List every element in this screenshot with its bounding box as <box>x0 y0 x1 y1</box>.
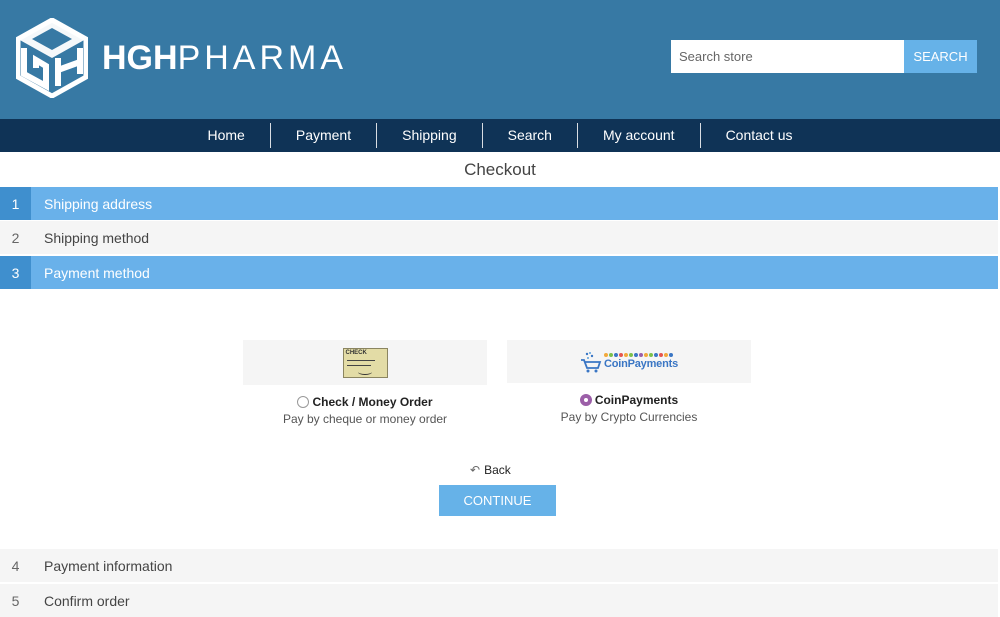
coinpayments-logo: CoinPayments <box>580 351 678 373</box>
step-number: 2 <box>11 229 20 246</box>
step-number: 3 <box>0 256 31 289</box>
site-header: HGHPHARMA SEARCH <box>0 0 1000 119</box>
nav-payment[interactable]: Payment <box>271 123 378 148</box>
step-title: Payment information <box>44 557 173 574</box>
payment-method-description: Pay by cheque or money order <box>282 412 448 426</box>
nav-my-account[interactable]: My account <box>578 123 701 148</box>
nav-search[interactable]: Search <box>483 123 578 148</box>
logo-text-bold: HGH <box>102 39 178 77</box>
step-title: Confirm order <box>44 592 130 609</box>
step-confirm-order[interactable]: 5 Confirm order <box>0 584 998 617</box>
cart-icon <box>580 351 602 372</box>
payment-method-check: Check / Money Order Pay by cheque or mon… <box>243 395 487 426</box>
logo-text-light: PHARMA <box>177 39 348 77</box>
coin-dots-icon <box>603 353 678 357</box>
page-title: Checkout <box>464 160 536 179</box>
main-nav: Home Payment Shipping Search My account … <box>0 119 1000 152</box>
payment-method-description: Pay by Crypto Currencies <box>560 410 698 424</box>
payment-method-coinpayments-image[interactable]: CoinPayments <box>507 340 751 383</box>
step-payment-method[interactable]: 3 Payment method <box>0 256 998 289</box>
payment-method-coinpayments-name[interactable]: CoinPayments <box>579 393 679 407</box>
search-button[interactable]: SEARCH <box>904 40 977 73</box>
logo-wordmark: HGHPHARMA <box>102 41 347 75</box>
coinpayments-radio[interactable] <box>579 394 592 406</box>
back-label: Back <box>484 463 511 477</box>
payment-method-check-name[interactable]: Check / Money Order <box>297 395 433 409</box>
coinpayments-wordmark: CoinPayments <box>603 358 678 370</box>
nav-shipping[interactable]: Shipping <box>377 123 483 148</box>
step-title: Payment method <box>44 264 150 281</box>
payment-method-name: Check / Money Order <box>312 395 433 409</box>
step-title: Shipping address <box>44 195 153 212</box>
nav-contact-us[interactable]: Contact us <box>701 123 818 148</box>
check-image-text: CHECK <box>345 349 367 356</box>
search-bar: SEARCH <box>671 40 977 73</box>
hexagon-logo-icon <box>16 18 88 98</box>
continue-button[interactable]: CONTINUE <box>439 485 556 516</box>
step-title: Shipping method <box>44 229 150 246</box>
site-logo[interactable]: HGHPHARMA <box>16 18 347 98</box>
nav-home[interactable]: Home <box>183 123 271 148</box>
back-arrow-icon: ↶ <box>470 463 481 477</box>
check-money-order-radio[interactable] <box>297 396 310 408</box>
step-shipping-method[interactable]: 2 Shipping method <box>0 221 998 254</box>
step-payment-information[interactable]: 4 Payment information <box>0 549 998 582</box>
step-number: 1 <box>0 187 31 220</box>
step-number: 5 <box>11 592 20 609</box>
step-shipping-address[interactable]: 1 Shipping address <box>0 187 998 220</box>
search-input[interactable] <box>671 40 904 73</box>
check-icon: CHECK <box>342 347 388 378</box>
step-number: 4 <box>11 557 20 574</box>
payment-method-check-image[interactable]: CHECK <box>243 340 487 385</box>
payment-method-coinpayments: CoinPayments Pay by Crypto Currencies <box>507 393 751 424</box>
back-link[interactable]: ↶ Back <box>470 463 511 477</box>
payment-method-name: CoinPayments <box>594 393 679 407</box>
